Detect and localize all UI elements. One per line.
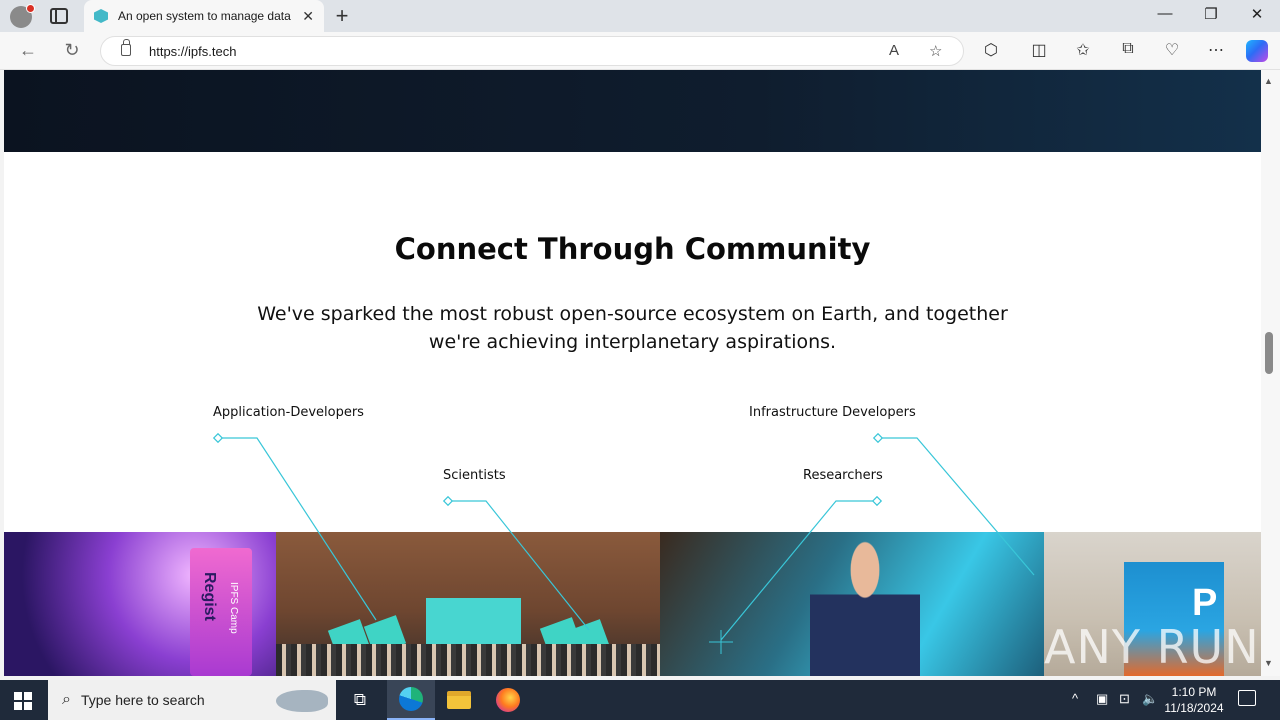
community-photo-dome: Regist IPFS Camp (4, 532, 276, 676)
scroll-down-arrow-icon[interactable]: ▼ (1264, 658, 1273, 668)
tab-actions-icon[interactable] (50, 8, 68, 24)
address-bar[interactable]: https://ipfs.tech A ☆ (100, 36, 964, 66)
close-window-button[interactable]: ✕ (1234, 5, 1280, 23)
scroll-up-arrow-icon[interactable]: ▲ (1264, 76, 1273, 86)
browser-tab-strip: An open system to manage data ✕ + — ❐ ✕ (0, 0, 1280, 32)
role-infrastructure-developers: Infrastructure Developers (749, 405, 916, 420)
url-text[interactable]: https://ipfs.tech (149, 44, 236, 59)
page-viewport: Connect Through Community We've sparked … (4, 70, 1261, 676)
panel-text: Regist (201, 572, 218, 621)
clock-date: 11/18/2024 (1164, 701, 1224, 715)
back-button[interactable]: ← (16, 40, 40, 61)
address-toolbar: ← ↻ https://ipfs.tech A ☆ ⬡ ◫ ✩ ⧉ ♡ ⋯ (0, 32, 1280, 70)
node-diamond (872, 432, 884, 444)
windows-taskbar: ⌕ Type here to search ⧉ ^ ▣ ⊡ 🔈 1:10 PM … (0, 680, 1280, 720)
speaker (810, 540, 920, 676)
node-diamond (212, 432, 224, 444)
role-scientists: Scientists (443, 468, 506, 483)
favorites-icon[interactable]: ✩ (1071, 40, 1095, 60)
file-explorer-icon (447, 691, 471, 709)
scroll-thumb[interactable] (1265, 332, 1273, 374)
search-highlight-icon (276, 690, 328, 712)
favorite-star-icon[interactable]: ☆ (929, 42, 942, 60)
profile-avatar-icon[interactable] (10, 4, 35, 28)
split-screen-icon[interactable]: ◫ (1027, 40, 1051, 60)
copilot-icon[interactable] (1246, 40, 1268, 62)
panel-text-small: IPFS Camp (228, 582, 239, 634)
windows-start-icon[interactable] (14, 692, 32, 710)
role-application-developers: Application-Developers (213, 405, 364, 420)
volume-icon[interactable]: 🔈 (1142, 691, 1158, 707)
performance-icon[interactable]: ♡ (1160, 40, 1184, 60)
section-subtitle: We've sparked the most robust open-sourc… (257, 303, 1008, 353)
page-scrollbar[interactable]: ▲ ▼ (1261, 70, 1280, 676)
tab-ipfs[interactable]: An open system to manage data ✕ (84, 0, 324, 32)
lock-icon[interactable] (121, 39, 131, 56)
taskbar-search[interactable]: ⌕ Type here to search (48, 680, 336, 720)
tab-close-button[interactable]: ✕ (302, 8, 314, 25)
network-icon[interactable]: ⊡ (1119, 691, 1130, 707)
more-options-icon[interactable]: ⋯ (1204, 40, 1228, 60)
community-photo-speaker (660, 532, 1044, 676)
hero-section-bottom (4, 70, 1261, 152)
notifications-icon[interactable] (1238, 690, 1256, 706)
role-researchers: Researchers (803, 468, 883, 483)
tab-title: An open system to manage data (118, 9, 291, 23)
task-view-button[interactable]: ⧉ (336, 680, 384, 720)
ipfs-favicon-icon (94, 9, 108, 23)
community-photo-group (276, 532, 660, 676)
minimize-button[interactable]: — (1142, 5, 1188, 22)
collections-icon[interactable]: ⧉ (1116, 40, 1140, 58)
node-diamond (442, 495, 454, 507)
taskbar-file-explorer[interactable] (435, 680, 483, 720)
new-tab-button[interactable]: + (330, 3, 354, 29)
node-diamond (871, 495, 883, 507)
anyrun-watermark: ANY RUN (1044, 620, 1260, 674)
restore-button[interactable]: ❐ (1188, 5, 1234, 23)
taskbar-firefox[interactable] (484, 680, 532, 720)
search-placeholder[interactable]: Type here to search (81, 692, 205, 708)
clock-time: 1:10 PM (1171, 685, 1217, 699)
cube-letter: P (1192, 582, 1218, 624)
battery-icon[interactable]: ▣ (1096, 691, 1108, 707)
crowd (276, 644, 660, 676)
task-view-icon: ⧉ (353, 690, 367, 709)
read-aloud-icon[interactable]: A (889, 42, 899, 59)
taskbar-edge[interactable] (387, 680, 435, 720)
taskbar-clock[interactable]: 1:10 PM 11/18/2024 (1158, 684, 1230, 716)
refresh-button[interactable]: ↻ (60, 40, 84, 61)
tray-chevron-icon[interactable]: ^ (1072, 691, 1078, 706)
extensions-icon[interactable]: ⬡ (979, 40, 1003, 60)
edge-icon (399, 687, 423, 711)
section-title: Connect Through Community (394, 232, 871, 266)
search-icon: ⌕ (62, 691, 71, 708)
firefox-icon (496, 688, 520, 712)
